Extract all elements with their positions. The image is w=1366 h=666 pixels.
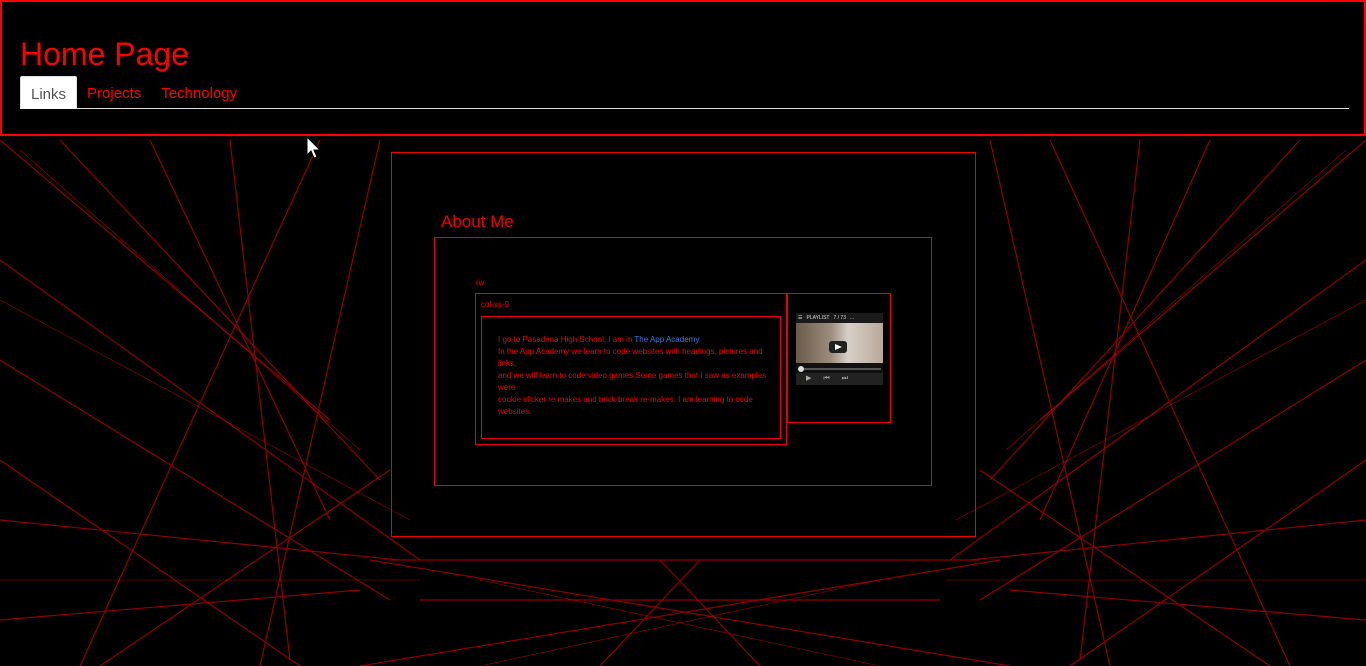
more-icon[interactable]: ... (850, 313, 854, 323)
row-label: rw (476, 278, 485, 287)
player-controls: ▶ ⏮ ⏭ (796, 373, 883, 385)
previous-icon[interactable]: ⏮ (823, 373, 829, 385)
next-icon[interactable]: ⏭ (842, 373, 848, 385)
section-title: About Me (441, 212, 514, 231)
tab-links[interactable]: Links (20, 76, 78, 109)
progress-bar[interactable] (798, 366, 881, 372)
bio-line1: I go to Pasadena High School. I am in (498, 335, 635, 344)
bio-line3: and we will learn to code video games.So… (498, 371, 767, 392)
bio-line4: cookie clicker re makes and brick break … (498, 395, 753, 416)
site-header: Home Page Links Projects Technology (0, 0, 1366, 136)
tab-projects[interactable]: Projects (77, 76, 151, 109)
playlist-icon: ☰ (798, 315, 803, 321)
progress-knob[interactable] (798, 366, 804, 372)
playlist-count: 7 / 73 (833, 315, 846, 321)
playlist-bar[interactable]: ☰ PLAYLIST 7 / 73 ... (796, 313, 883, 323)
bio-line1-end: . (698, 335, 701, 344)
video-player[interactable]: ☰ PLAYLIST 7 / 73 ... ▶ ⏮ ⏭ (796, 313, 883, 385)
tab-technology[interactable]: Technology (151, 76, 247, 109)
app-academy-link[interactable]: The App Academy (634, 335, 698, 344)
play-icon[interactable]: ▶ (806, 373, 811, 385)
video-thumbnail[interactable] (796, 323, 883, 363)
playlist-label: PLAYLIST (806, 315, 830, 321)
bio-text: I go to Pasadena High School. I am in Th… (498, 334, 768, 418)
column-label: col-xs-9 (481, 300, 510, 309)
bio-line2: In the App Academy we learn to code webs… (498, 347, 763, 368)
mouse-cursor-icon (306, 136, 322, 159)
nav-tabs: Links Projects Technology (20, 76, 1349, 109)
play-button-icon[interactable] (829, 341, 847, 353)
page-title: Home Page (20, 36, 189, 72)
